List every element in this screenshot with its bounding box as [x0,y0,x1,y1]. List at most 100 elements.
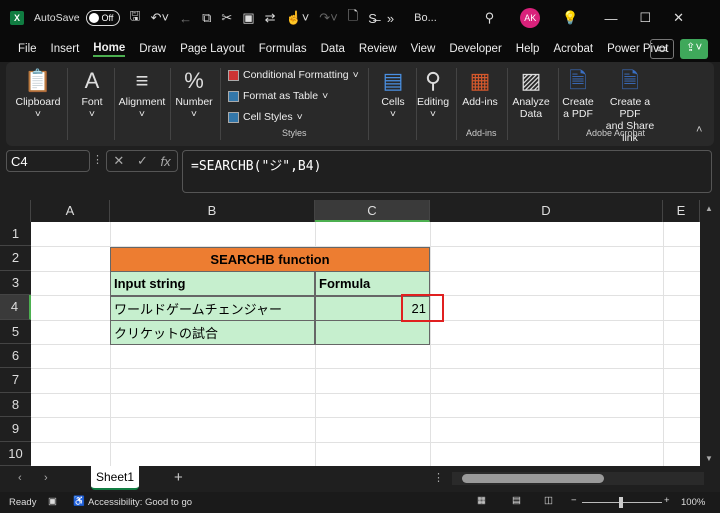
redo-icon[interactable]: ↷˅ [319,10,337,26]
collapse-ribbon-icon[interactable]: ˄ [696,124,702,136]
row-header-4[interactable]: 4 [0,295,31,320]
zoom-in-icon[interactable]: + [664,495,670,506]
touch-mode-icon[interactable]: ☝˅ [286,10,310,26]
tab-home[interactable]: Home [93,42,126,57]
close-button[interactable]: ✕ [673,10,684,26]
new-file-icon[interactable]: 🗋 [348,7,358,29]
tab-file[interactable]: File [18,43,37,55]
analyze-data-icon: ▨ [520,68,542,93]
formula-input[interactable]: =SEARCHB("ジ",B4) [182,150,712,193]
cancel-icon[interactable]: ✕ [113,153,124,169]
zoom-slider-thumb[interactable] [619,497,623,508]
column-header-c[interactable]: C [315,200,430,222]
tab-data[interactable]: Data [321,43,345,55]
create-pdf-button[interactable]: 🗎 Create a PDF [560,66,596,120]
insert-function-button[interactable]: fx [161,154,171,169]
prev-sheet-icon[interactable]: ‹ [18,472,22,484]
strikethrough-icon[interactable]: S̶ [368,11,377,26]
tab-help[interactable]: Help [516,43,540,55]
format-as-table-button[interactable]: Format as Table ˅ [228,90,328,102]
cut-icon[interactable]: ✂ [221,10,232,26]
worksheet-grid[interactable]: A B C D E 1 2 3 4 5 6 7 8 9 10 SEARCHB function I… [0,200,700,467]
horizontal-scroll-thumb[interactable] [462,474,604,483]
avatar[interactable]: AK [520,8,541,28]
copy-icon[interactable]: ⧉ [202,10,211,26]
analyze-data-button[interactable]: ▨ Analyze Data [509,66,553,120]
row-header-1[interactable]: 1 [0,222,31,247]
share-button[interactable]: ⇪˅ [680,39,708,59]
name-box[interactable]: C4 [6,150,90,172]
undo-icon[interactable]: ↶˅ [151,10,169,26]
input-string-cell[interactable]: ワールドゲームチェンジャー [110,296,315,321]
cell-styles-button[interactable]: Cell Styles ˅ [228,111,303,123]
macro-icon[interactable]: ▣ [48,496,57,507]
horizontal-scrollbar[interactable] [452,472,704,485]
row-header-6[interactable]: 6 [0,344,31,369]
pdf-share-icon: 🗎 [621,68,639,93]
vertical-scrollbar[interactable]: ▲ ▼ [700,200,720,466]
row-header-2[interactable]: 2 [0,246,31,271]
name-box-dropdown-icon[interactable]: ⋮ [92,153,103,166]
input-string-cell[interactable]: クリケットの試合 [110,320,315,345]
tab-page-layout[interactable]: Page Layout [180,43,245,55]
clipboard-label: Clipboard [15,96,61,108]
header-formula[interactable]: Formula [315,271,430,296]
search-icon[interactable]: ⚲ [485,10,495,26]
clipboard-button[interactable]: 📋 Clipboard ˅ [14,66,62,120]
excel-logo-icon: X [10,11,24,25]
alignment-button[interactable]: ≡ Alignment ˅ [116,66,168,120]
header-input-string[interactable]: Input string [110,271,315,296]
scroll-down-icon[interactable]: ▼ [705,454,713,463]
row-header-7[interactable]: 7 [0,368,31,393]
font-button[interactable]: A Font ˅ [72,66,112,120]
row-header-3[interactable]: 3 [0,270,31,296]
page-break-view-icon[interactable]: ◫ [544,495,553,506]
row-header-10[interactable]: 10 [0,441,31,466]
tab-formulas[interactable]: Formulas [259,43,307,55]
tab-acrobat[interactable]: Acrobat [553,43,593,55]
table-title-cell[interactable]: SEARCHB function [110,247,430,272]
page-layout-view-icon[interactable]: ▤ [512,495,521,506]
comments-button[interactable]: ▭ [650,39,674,59]
tab-draw[interactable]: Draw [139,43,166,55]
ribbon: 📋 Clipboard ˅ A Font ˅ ≡ Alignment ˅ % Number ˅ … [6,62,714,146]
zoom-level[interactable]: 100% [681,497,705,508]
enter-icon[interactable]: ✓ [137,153,148,169]
column-header-d[interactable]: D [430,200,663,222]
lightbulb-icon[interactable]: 💡 [562,10,578,26]
row-header-8[interactable]: 8 [0,392,31,418]
maximize-button[interactable]: ☐ [639,10,651,26]
add-ins-button[interactable]: ▦ Add-ins [458,66,502,108]
select-all-button[interactable] [0,200,31,222]
paste-icon[interactable]: ▣ [242,10,254,26]
more-commands-button[interactable]: » [387,11,394,26]
column-header-e[interactable]: E [663,200,700,222]
add-sheet-icon[interactable]: + [174,469,183,486]
number-button[interactable]: % Number ˅ [172,66,216,120]
minimize-button[interactable]: — [604,11,617,26]
row-header-9[interactable]: 9 [0,417,31,442]
scroll-up-icon[interactable]: ▲ [705,204,713,213]
tab-view[interactable]: View [411,43,436,55]
column-header-b[interactable]: B [110,200,315,222]
convert-icon[interactable]: ⇄ [265,10,276,26]
row-header-5[interactable]: 5 [0,319,31,344]
column-header-a[interactable]: A [31,200,110,222]
tab-review[interactable]: Review [359,43,397,55]
save-icon[interactable]: 🖫 [130,7,141,29]
tab-developer[interactable]: Developer [449,43,501,55]
normal-view-icon[interactable]: ▦ [477,495,486,506]
autosave-toggle[interactable]: Off [85,10,120,26]
conditional-formatting-button[interactable]: Conditional Formatting ˅ [228,69,359,81]
more-options-icon[interactable]: ⋮ [433,471,444,484]
next-sheet-icon[interactable]: › [44,472,48,484]
sheet-tab-sheet1[interactable]: Sheet1 [91,466,139,490]
formula-result-cell[interactable] [315,320,430,345]
zoom-out-icon[interactable]: − [571,495,577,506]
cells-button[interactable]: ▤ Cells ˅ [372,66,414,120]
editing-button[interactable]: ⚲ Editing ˅ [414,66,452,120]
gridline [31,368,700,370]
accessibility-status[interactable]: Accessibility: Good to go [88,497,192,508]
back-icon[interactable]: ← [179,11,192,26]
tab-insert[interactable]: Insert [51,43,80,55]
